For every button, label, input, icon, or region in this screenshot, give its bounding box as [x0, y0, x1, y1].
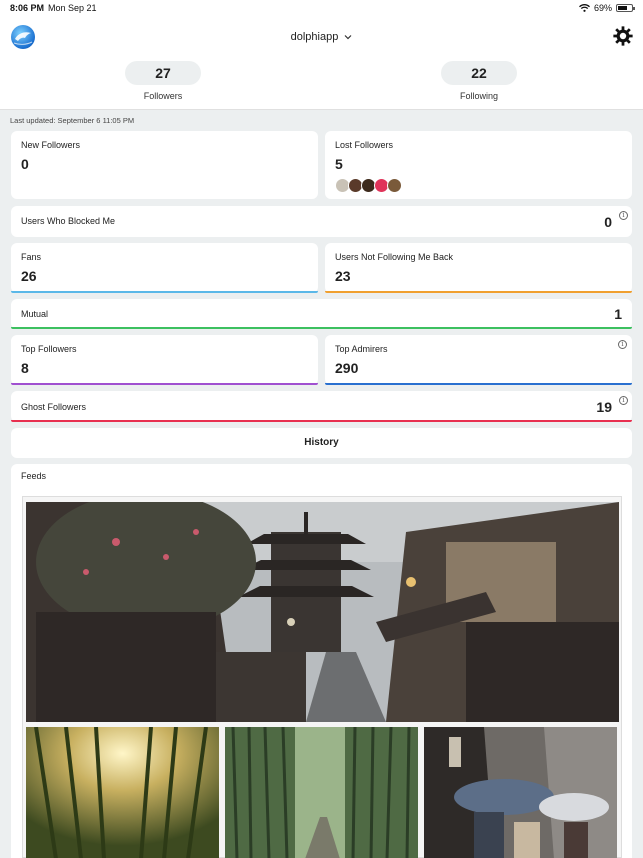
card-accent-bar	[11, 383, 318, 385]
mutual-card[interactable]: Mutual 1	[11, 299, 632, 329]
battery-percent: 69%	[593, 3, 612, 13]
following-label: Following	[459, 91, 499, 101]
battery-icon	[616, 4, 635, 12]
info-icon[interactable]: i	[619, 211, 628, 220]
followers-stat[interactable]: 27 Followers	[125, 61, 201, 101]
card-title: Mutual	[21, 309, 49, 319]
following-stat[interactable]: 22 Following	[441, 61, 517, 101]
card-value: 5	[335, 156, 343, 172]
status-bar: 8:06 PM Mon Sep 21 69%	[0, 0, 643, 16]
wifi-icon	[579, 4, 590, 12]
card-value: 290	[335, 360, 359, 376]
feed-photo-bamboo-sun[interactable]	[26, 727, 219, 858]
account-name: dolphiapp	[290, 31, 339, 43]
card-title: Top Admirers	[335, 344, 388, 354]
new-followers-card[interactable]: New Followers 0	[11, 131, 318, 199]
account-switcher[interactable]: dolphiapp	[0, 31, 643, 43]
last-updated: Last updated: September 6 11:05 PM	[10, 116, 135, 125]
card-value: 19	[596, 399, 612, 415]
card-value: 0	[604, 214, 612, 230]
followers-count: 27	[125, 61, 201, 85]
not-following-back-card[interactable]: Users Not Following Me Back 23	[325, 243, 632, 293]
top-admirers-card[interactable]: Top Admirers 290 i	[325, 335, 632, 385]
card-value: 26	[21, 268, 37, 284]
feed-photo-bamboo-path[interactable]	[225, 727, 418, 858]
chevron-down-icon	[344, 35, 352, 40]
status-time: 8:06 PM	[10, 3, 45, 13]
feeds-section: Feeds	[11, 464, 632, 858]
avatar[interactable]	[387, 178, 402, 193]
card-title: Users Who Blocked Me	[21, 216, 116, 226]
feed-photo-pagoda[interactable]	[26, 502, 619, 722]
card-accent-bar	[325, 291, 632, 293]
card-accent-bar	[325, 383, 632, 385]
card-title: Fans	[21, 252, 42, 262]
following-count: 22	[441, 61, 517, 85]
card-value: 1	[614, 306, 622, 322]
card-title: New Followers	[21, 140, 81, 150]
card-title: Ghost Followers	[21, 402, 87, 412]
card-title: Lost Followers	[335, 140, 394, 150]
status-date: Mon Sep 21	[48, 3, 97, 13]
lost-followers-avatars	[335, 178, 402, 193]
lost-followers-card[interactable]: Lost Followers 5	[325, 131, 632, 199]
blocked-card[interactable]: Users Who Blocked Me 0 i	[11, 206, 632, 237]
history-button[interactable]: History	[11, 428, 632, 458]
gear-icon[interactable]	[612, 25, 634, 47]
ghost-followers-card[interactable]: Ghost Followers 19 i	[11, 391, 632, 422]
card-title: Users Not Following Me Back	[335, 252, 454, 262]
card-accent-bar	[11, 420, 632, 422]
card-title: Top Followers	[21, 344, 77, 354]
card-value: 8	[21, 360, 29, 376]
card-accent-bar	[11, 291, 318, 293]
fans-card[interactable]: Fans 26	[11, 243, 318, 293]
info-icon[interactable]: i	[619, 396, 628, 405]
info-icon[interactable]: i	[618, 340, 627, 349]
card-value: 0	[21, 156, 29, 172]
feeds-title: Feeds	[21, 471, 47, 481]
card-value: 23	[335, 268, 351, 284]
top-followers-card[interactable]: Top Followers 8	[11, 335, 318, 385]
card-accent-bar	[11, 327, 632, 329]
followers-label: Followers	[143, 91, 183, 101]
history-label: History	[304, 437, 339, 448]
status-right: 69%	[579, 3, 635, 13]
feed-photo-umbrellas[interactable]	[424, 727, 617, 858]
feeds-grid	[22, 496, 622, 858]
header: dolphiapp 27 Followers 22 Following	[0, 16, 643, 110]
